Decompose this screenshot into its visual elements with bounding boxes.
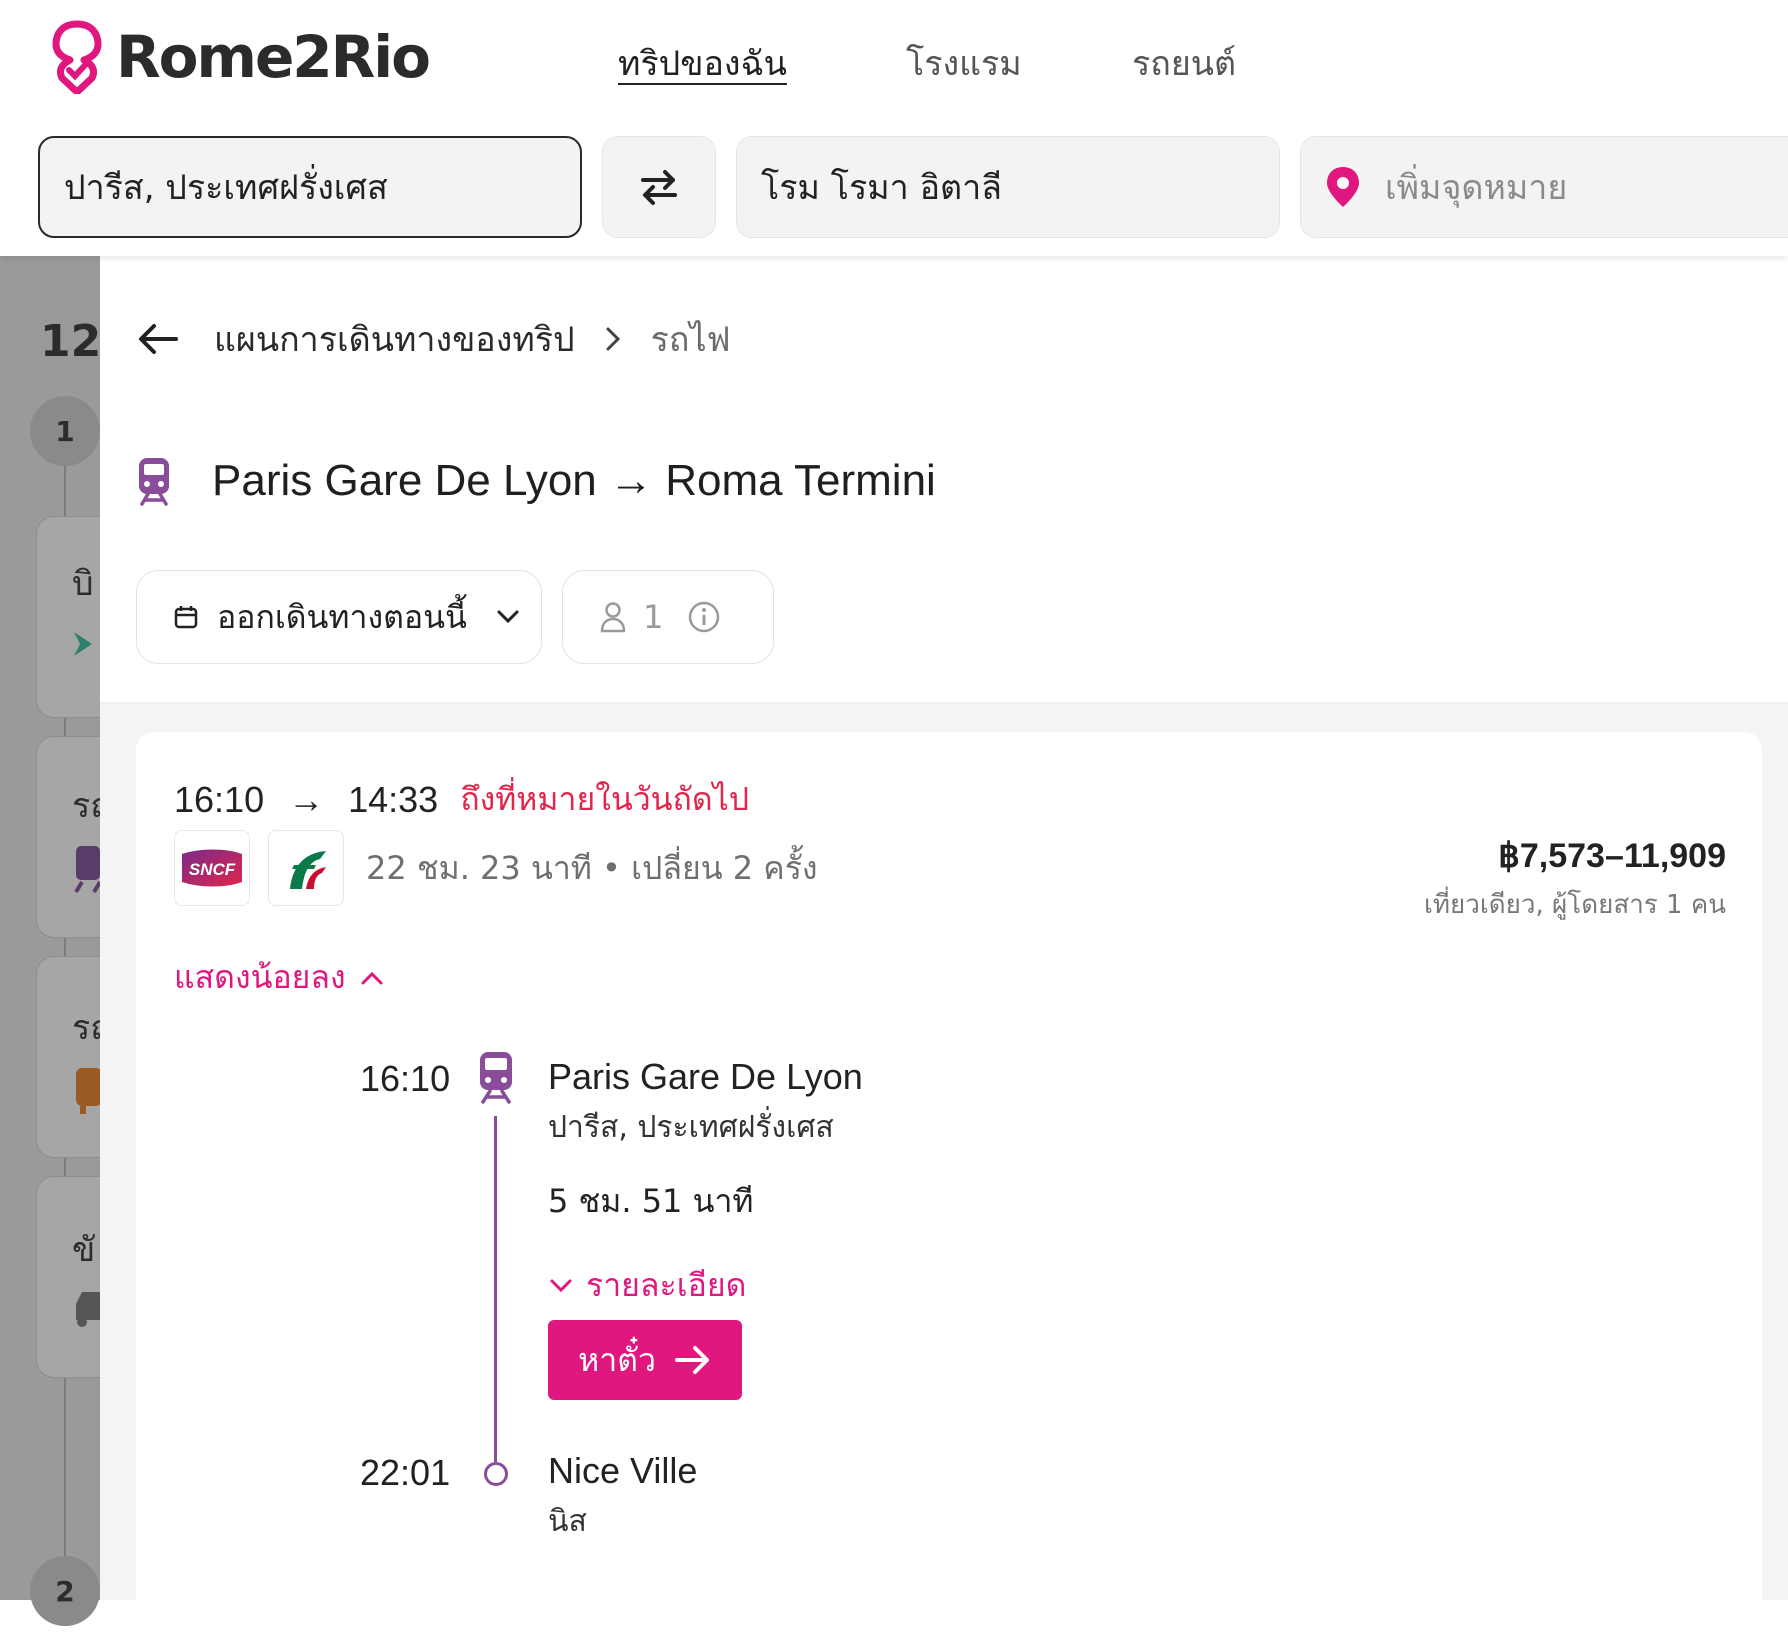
find-tickets-label: หาตั๋ว bbox=[578, 1340, 656, 1379]
rome2rio-logo[interactable]: Rome2Rio bbox=[52, 20, 431, 94]
price-range: ฿7,573–11,909 bbox=[1498, 837, 1726, 875]
nav-my-trip[interactable]: ทริปของฉัน bbox=[618, 36, 787, 90]
sncf-logo-image: SNCF bbox=[182, 849, 242, 887]
departure-label: ออกเดินทางตอนนี้ bbox=[217, 597, 467, 636]
route-result-card: 16:10 → 14:33 ถึงที่หมายในวันถัดไป SNCF bbox=[136, 732, 1762, 1632]
logo-text: Rome2Rio bbox=[116, 23, 431, 91]
details-label: รายละเอียด bbox=[586, 1266, 747, 1304]
trenitalia-logo-image bbox=[290, 851, 326, 889]
segment-line bbox=[494, 1116, 497, 1462]
nav-hotels[interactable]: โรงแรม bbox=[906, 36, 1022, 90]
depart-time: 16:10 bbox=[174, 778, 265, 820]
segment-duration: 5 ชม. 51 นาที bbox=[548, 1182, 754, 1220]
origin-input[interactable]: ปารีส, ประเทศฝรั่งเศส bbox=[38, 136, 582, 238]
sidebar-card-flight-label: บิ bbox=[72, 564, 94, 604]
show-less-toggle[interactable]: แสดงน้อยลง bbox=[174, 952, 384, 1003]
stop2-name: Nice Ville bbox=[548, 1450, 698, 1491]
stop2-marker bbox=[484, 1462, 508, 1486]
stop1-name: Paris Gare De Lyon bbox=[548, 1056, 863, 1097]
stop1-city: ปารีส, ประเทศฝรั่งเศส bbox=[548, 1110, 834, 1145]
calendar-icon bbox=[174, 606, 198, 629]
trenitalia-logo bbox=[268, 830, 344, 906]
price-note: เที่ยวเดียว, ผู้โดยสาร 1 คน bbox=[1424, 890, 1726, 920]
details-toggle[interactable]: รายละเอียด bbox=[548, 1260, 746, 1311]
passengers-selector[interactable]: 1 bbox=[562, 570, 774, 664]
chevron-down-icon bbox=[497, 610, 519, 624]
plane-icon bbox=[74, 632, 92, 656]
chevron-down-icon bbox=[550, 1279, 572, 1292]
train-icon bbox=[480, 1052, 512, 1104]
add-destination-placeholder: เพิ่มจุดหมาย bbox=[1385, 168, 1568, 208]
info-icon[interactable] bbox=[687, 600, 721, 634]
back-arrow-icon[interactable] bbox=[136, 321, 180, 357]
show-less-label: แสดงน้อยลง bbox=[174, 958, 346, 996]
swap-icon bbox=[641, 170, 677, 205]
bus-icon bbox=[76, 1068, 100, 1114]
svg-text:SNCF: SNCF bbox=[189, 860, 236, 879]
sidebar-card-car-label: ขั bbox=[72, 1230, 96, 1270]
trip-times: 16:10 → 14:33 ถึงที่หมายในวันถัดไป bbox=[174, 774, 749, 825]
chevron-right-icon bbox=[606, 327, 620, 351]
chevron-up-icon bbox=[361, 971, 383, 984]
trip-duration-summary: 22 ชม. 23 นาที • เปลี่ยน 2 ครั้ง bbox=[366, 848, 818, 887]
swap-button[interactable] bbox=[602, 136, 716, 238]
stop1-time: 16:10 bbox=[360, 1058, 451, 1099]
passenger-count: 1 bbox=[643, 598, 664, 636]
breadcrumb: แผนการเดินทางของทริป รถไฟ bbox=[136, 312, 731, 366]
next-day-note: ถึงที่หมายในวันถัดไป bbox=[460, 780, 750, 818]
itinerary-sidebar: 12 1 บิ รถ รถ ขั 2 bbox=[0, 256, 128, 1626]
destination-value: โรม โรมา อิตาลี bbox=[761, 168, 1003, 208]
train-icon bbox=[139, 458, 169, 506]
sidebar-step-1[interactable]: 1 bbox=[30, 396, 100, 466]
logo-pin-icon bbox=[52, 20, 102, 94]
person-icon bbox=[600, 602, 626, 633]
sidebar-step-2[interactable]: 2 bbox=[30, 1556, 100, 1626]
train-icon bbox=[74, 846, 100, 894]
sncf-logo: SNCF bbox=[174, 830, 250, 906]
arrive-time: 14:33 bbox=[348, 778, 439, 820]
route-title: Paris Gare De Lyon → Roma Termini bbox=[136, 456, 936, 506]
route-detail-panel: แผนการเดินทางของทริป รถไฟ Paris Gare De … bbox=[100, 256, 1788, 1632]
find-tickets-button[interactable]: หาตั๋ว bbox=[548, 1320, 742, 1400]
location-pin-icon bbox=[1327, 167, 1359, 207]
origin-value: ปารีส, ประเทศฝรั่งเศส bbox=[64, 168, 388, 208]
top-bar: Rome2Rio ทริปของฉัน โรงแรม รถยนต์ ปารีส,… bbox=[0, 0, 1788, 256]
stop2-time: 22:01 bbox=[360, 1452, 451, 1493]
add-destination-input[interactable]: เพิ่มจุดหมาย bbox=[1300, 136, 1788, 238]
operators: SNCF 22 ชม. 23 นาที • เปลี่ยน 2 ครั้ง bbox=[174, 830, 818, 906]
sidebar-count: 12 bbox=[40, 316, 102, 367]
car-icon bbox=[76, 1292, 100, 1327]
breadcrumb-parent-link[interactable]: แผนการเดินทางของทริป bbox=[214, 312, 575, 366]
route-title-text: Paris Gare De Lyon → Roma Termini bbox=[212, 456, 936, 505]
breadcrumb-current: รถไฟ bbox=[650, 320, 731, 360]
arrow-right-icon bbox=[674, 1346, 709, 1374]
nav-cars[interactable]: รถยนต์ bbox=[1132, 36, 1236, 90]
departure-time-dropdown[interactable]: ออกเดินทางตอนนี้ bbox=[136, 570, 542, 664]
times-arrow: → bbox=[288, 778, 325, 820]
destination-input[interactable]: โรม โรมา อิตาลี bbox=[736, 136, 1280, 238]
stop2-city: นิส bbox=[548, 1504, 587, 1539]
